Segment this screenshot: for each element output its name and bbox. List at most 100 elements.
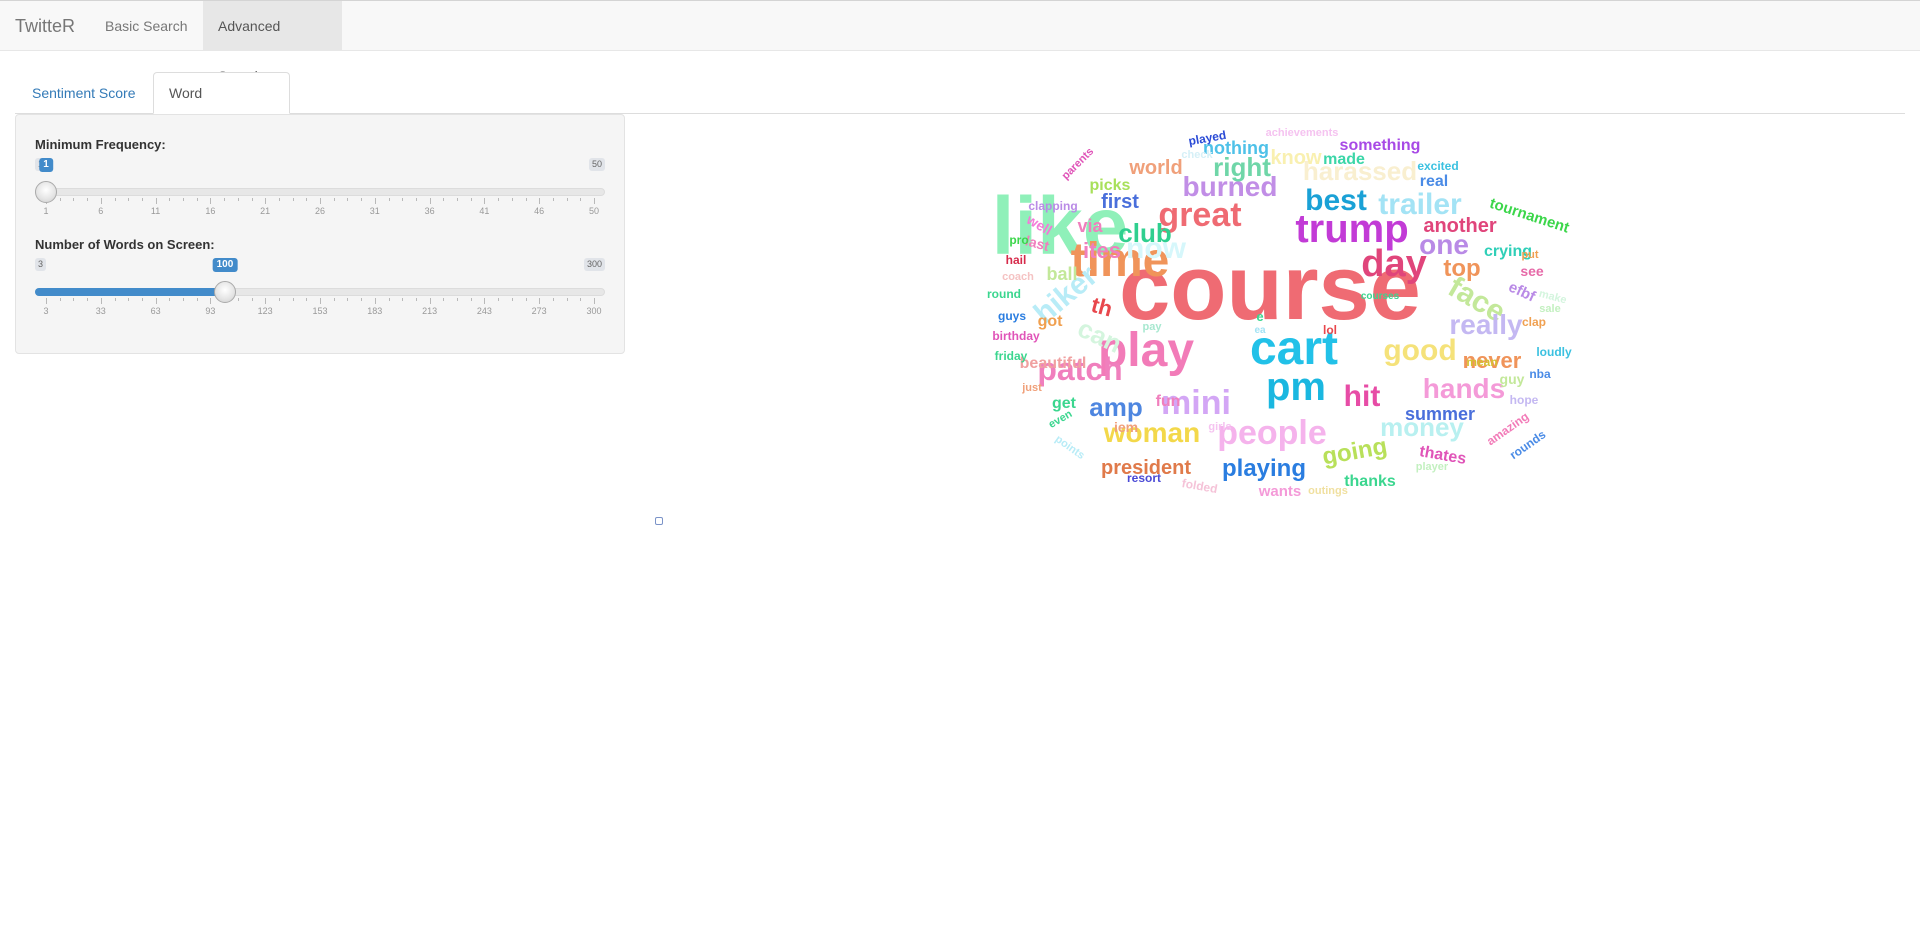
slider-tick-label: 300 [586,306,602,316]
slider-tick [374,298,376,304]
slider-minor-tick [402,298,404,301]
navbar: TwitteR Basic Search Advanced Search [0,0,1920,84]
slider-minor-tick [183,298,184,301]
tab-sentiment-score[interactable]: Sentiment Score [16,72,152,114]
wordcloud-word-world: world [1128,157,1182,179]
wordcloud-word-folded: folded [1181,476,1219,496]
wordcloud-word-loudly: loudly [1536,345,1572,359]
wordcloud-word-ball: ball [1046,264,1077,284]
wordcloud-word-really: really [1449,309,1523,340]
slider-tick-label: 63 [150,306,161,316]
slider-tick [155,298,157,304]
slider-tick-label: 33 [95,306,106,316]
slider-tick [539,298,541,304]
slider-handle[interactable] [35,181,57,203]
wordcloud-word-going: going [1320,433,1389,471]
brand-title[interactable]: TwitteR [15,1,75,51]
slider-minor-tick [292,198,294,201]
wordcloud-word-iem: iem [1114,419,1138,435]
slider-tick [46,298,47,304]
wordcloud-word-nba: nba [1529,367,1551,381]
wordcloud-word-day: day [1361,243,1426,285]
nav-basic-search[interactable]: Basic Search [90,1,203,51]
slider-tick [594,198,595,204]
slider-tick-label: 26 [314,206,326,216]
tab-word-correlation[interactable]: Word Correlation [153,72,290,141]
wordcloud-word-got: got [1038,313,1064,330]
slider-minor-tick [196,198,198,201]
slider-minor-tick [566,298,568,301]
wordcloud-word-birthday: birthday [992,329,1040,343]
slider-minor-tick [141,198,143,201]
slider-minor-tick [415,298,417,301]
num-words-min-label: 3 [35,258,47,271]
wordcloud-word-best: best [1305,184,1367,217]
wordcloud-word-thanks: thanks [1344,473,1396,490]
num-words-slider[interactable]: 3 300 3 33 63 93 123 153 183 213 243 273 300 100 [35,258,605,318]
wordcloud-word-achievements: achievements [1266,127,1339,139]
slider-minor-tick [552,298,554,301]
wordcloud-word-just: just [1021,382,1042,394]
wordcloud-word-fun: fun [1156,393,1181,410]
slider-handle[interactable] [213,281,236,303]
slider-minor-tick [306,198,308,201]
slider-minor-tick [525,298,527,301]
slider-minor-tick [347,198,349,201]
wordcloud-word-excited: excited [1417,159,1458,173]
slider-tick-label: 46 [534,206,545,216]
slider-minor-tick [237,198,239,201]
wordcloud-word-mean: mean [1466,355,1497,369]
slider-minor-tick [525,198,527,201]
slider-tick-label: 93 [205,306,216,316]
wordcloud-word-amp: amp [1089,392,1142,422]
wordcloud-word-e: e [1256,309,1263,324]
wordcloud-word-points: points [1053,433,1087,462]
slider-tick [429,298,431,304]
min-frequency-value-label: 1 [39,158,53,172]
slider-tick-label: 3 [43,306,49,316]
slider-minor-tick [552,198,554,201]
slider-tick [429,198,431,204]
slider-tick [265,198,267,204]
wordcloud-word-tournament: tournament [1488,195,1572,237]
slider-minor-tick [306,298,308,301]
slider-minor-tick [141,298,143,301]
wordcloud-word-club: club [1118,218,1171,248]
slider-tick [320,198,321,204]
wordcloud-word-beautiful: beautiful [1020,355,1087,372]
tab-bar: Sentiment Score Word Correlation [15,72,1905,141]
slider-minor-tick [361,298,363,301]
wordcloud-word-lol: lol [1323,323,1337,337]
wordcloud-word-hit: hit [1344,380,1381,413]
wordcloud-word-pro: pro [1009,233,1028,247]
wordcloud-word-coach: coach [1002,271,1034,283]
min-frequency-slider[interactable]: 150161116212631364146501 [35,158,605,218]
slider-tick-label: 11 [150,206,161,216]
slider-minor-tick [73,298,75,301]
wordcloud-word-first: first [1101,191,1139,213]
slider-minor-tick [59,298,61,301]
slider-minor-tick [457,298,458,301]
slider-track[interactable] [35,188,605,196]
slider-tick-label: 21 [260,206,271,216]
slider-tick [210,198,212,204]
slider-minor-tick [114,198,116,201]
sidebar-panel: Minimum Frequency: 150161116212631364146… [15,114,625,354]
wordcloud-word-ites: ites [1083,238,1121,263]
word-cloud: courseliketimeplay carttrumppmdaygreatmin… [987,127,1572,500]
slider-minor-tick [251,298,253,301]
slider-tick [100,298,102,304]
slider-minor-tick [128,298,130,301]
nav-advanced-search[interactable]: Advanced Search [203,1,342,84]
slider-minor-tick [457,198,458,201]
slider-minor-tick [237,298,239,301]
wordcloud-word-clapping: clapping [1028,199,1077,213]
slider-tick-label: 31 [369,206,380,216]
slider-minor-tick [278,298,280,301]
slider-minor-tick [128,198,130,201]
wordcloud-word-girls: girls [1208,421,1231,433]
slider-minor-tick [278,198,280,201]
slider-tick [374,198,376,204]
slider-tick-label: 16 [205,206,216,216]
slider-fill [35,288,225,296]
